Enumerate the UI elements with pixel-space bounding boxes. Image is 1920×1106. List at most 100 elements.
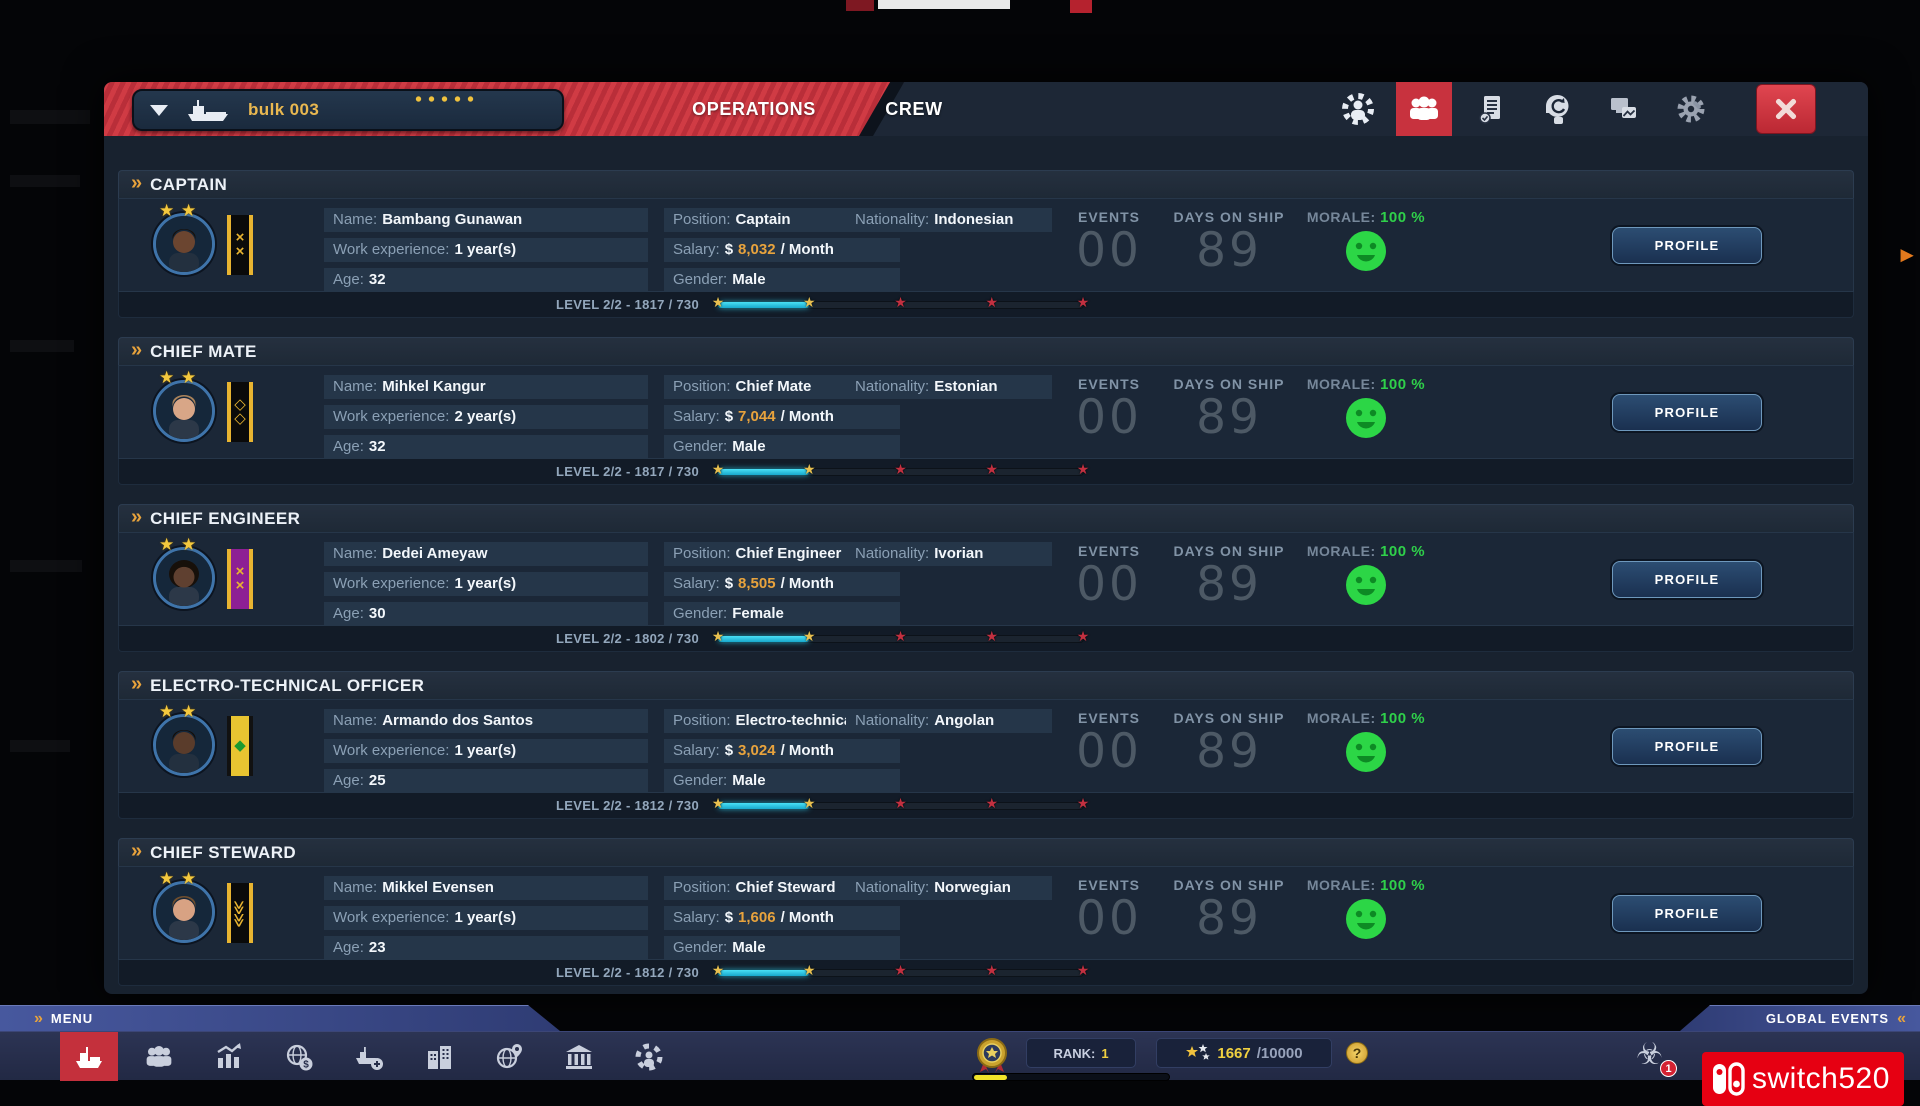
morale-smiley-icon xyxy=(1345,230,1387,272)
days-on-ship-stat: DAYS ON SHIP89 xyxy=(1149,209,1309,275)
help-coin-icon[interactable]: ? xyxy=(1346,1042,1368,1064)
crew-menu-icon[interactable] xyxy=(130,1032,188,1081)
rank-insignia-chief-steward: ≫≫ xyxy=(227,883,253,943)
level-progress-bar: ★ ★ ★ ★ ★ xyxy=(718,636,1083,642)
profile-button[interactable]: PROFILE xyxy=(1612,728,1762,765)
chevron-down-icon xyxy=(150,105,168,116)
field-age: Age:23 xyxy=(324,936,648,960)
chevrons-right-icon: » xyxy=(131,340,142,360)
level-star-icon: ★ xyxy=(985,295,998,309)
training-icon[interactable] xyxy=(1529,82,1585,136)
field-gender: Gender:Male xyxy=(664,435,900,459)
market-icon[interactable]: $ xyxy=(270,1032,328,1081)
morale-stat: MORALE: 100 % xyxy=(1291,543,1441,611)
documents-icon[interactable] xyxy=(1463,82,1519,136)
bank-icon[interactable] xyxy=(550,1032,608,1081)
menu-tab[interactable]: » MENU xyxy=(0,1005,560,1031)
xp-progress-fill xyxy=(974,1075,1007,1080)
section-header: » CHIEF ENGINEER xyxy=(118,504,1854,532)
profile-button[interactable]: PROFILE xyxy=(1612,394,1762,431)
level-star-icon: ★ xyxy=(985,462,998,476)
ship-icon xyxy=(182,97,234,123)
background-remnant-red2 xyxy=(1070,0,1092,13)
captain-profile-icon[interactable] xyxy=(1330,82,1386,136)
background-remnant xyxy=(10,740,70,752)
ship-selector-dropdown[interactable]: bulk 003 xyxy=(132,89,564,131)
statistics-icon[interactable] xyxy=(200,1032,258,1081)
background-remnant xyxy=(10,110,90,124)
tab-crew[interactable]: CREW xyxy=(844,82,984,136)
level-progress-bar: ★ ★ ★ ★ ★ xyxy=(718,803,1083,809)
svg-text:$: $ xyxy=(303,1059,309,1070)
tab-operations[interactable]: OPERATIONS xyxy=(664,82,844,136)
level-star-icon: ★ xyxy=(894,462,907,476)
rank-stars-icon: ★ xyxy=(181,702,198,722)
settings-gear-icon[interactable] xyxy=(1663,82,1719,136)
level-star-icon: ★ xyxy=(803,796,816,810)
level-star-icon: ★ xyxy=(894,629,907,643)
level-star-icon: ★ xyxy=(1077,295,1090,309)
level-star-icon: ★ xyxy=(1077,462,1090,476)
office-icon[interactable] xyxy=(410,1032,468,1081)
level-star-icon: ★ xyxy=(894,295,907,309)
section-title: CHIEF STEWARD xyxy=(150,843,296,863)
profile-button[interactable]: PROFILE xyxy=(1612,561,1762,598)
profile-button[interactable]: PROFILE xyxy=(1612,895,1762,932)
level-star-icon: ★ xyxy=(985,629,998,643)
fleet-icon[interactable] xyxy=(60,1032,118,1081)
level-label: LEVEL 2/2 - 1812 / 730 xyxy=(119,793,699,819)
scroll-right-arrow-icon[interactable]: ► xyxy=(1896,244,1918,266)
morale-smiley-icon xyxy=(1345,397,1387,439)
field-work-experience: Work experience:1 year(s) xyxy=(324,238,648,262)
field-age: Age:30 xyxy=(324,602,648,626)
level-row: LEVEL 2/2 - 1812 / 730 ★ ★ ★ ★ ★ xyxy=(118,960,1854,986)
level-row: LEVEL 2/2 - 1802 / 730 ★ ★ ★ ★ ★ xyxy=(118,626,1854,652)
rank-insignia-chief-engineer: ×× xyxy=(227,549,253,609)
switch-logo-icon xyxy=(1710,1061,1746,1097)
rank-display: RANK:1 xyxy=(1026,1038,1136,1068)
background-remnant xyxy=(10,560,82,572)
global-events-tab[interactable]: GLOBAL EVENTS « xyxy=(1680,1005,1920,1031)
field-age: Age:32 xyxy=(324,435,648,459)
profile-button[interactable]: PROFILE xyxy=(1612,227,1762,264)
rank-stars-icon: ★ xyxy=(181,869,198,889)
buy-ship-icon[interactable] xyxy=(340,1032,398,1081)
level-star-icon: ★ xyxy=(712,295,725,309)
crew-card: ★★ ×× Name:Dedei Ameyaw Work experience:… xyxy=(118,532,1854,626)
avatar xyxy=(153,881,215,943)
morale-stat: MORALE: 100 % xyxy=(1291,209,1441,277)
panel-header: OPERATIONS CREW bulk 003 xyxy=(104,82,1868,136)
level-star-icon: ★ xyxy=(803,462,816,476)
level-star-icon: ★ xyxy=(894,963,907,977)
chevrons-left-icon: « xyxy=(1897,1010,1906,1028)
level-star-icon: ★ xyxy=(803,295,816,309)
harbor-services-icon[interactable] xyxy=(620,1032,678,1081)
field-gender: Gender:Female xyxy=(664,602,900,626)
rank-stars-icon: ★ xyxy=(159,702,176,722)
background-remnant xyxy=(10,175,80,187)
rank-stars-icon: ★ xyxy=(159,535,176,555)
morale-stat: MORALE: 100 % xyxy=(1291,376,1441,444)
field-name: Name:Bambang Gunawan xyxy=(324,208,648,232)
crew-icon[interactable] xyxy=(1396,82,1452,136)
field-age: Age:32 xyxy=(324,268,648,292)
field-nationality: Nationality:Norwegian xyxy=(846,876,1052,900)
global-events-biohazard-icon[interactable]: ☣ xyxy=(1636,1038,1663,1072)
field-salary: Salary:$3,024/ Month xyxy=(664,739,900,763)
section-header: » CHIEF MATE xyxy=(118,337,1854,365)
world-map-icon[interactable] xyxy=(480,1032,538,1081)
close-button[interactable] xyxy=(1756,84,1816,134)
level-label: LEVEL 2/2 - 1802 / 730 xyxy=(119,626,699,652)
field-name: Name:Armando dos Santos xyxy=(324,709,648,733)
crew-section-chief-engineer: » CHIEF ENGINEER ★★ ×× Name:Dedei Ameyaw… xyxy=(118,504,1854,652)
level-star-icon: ★ xyxy=(712,963,725,977)
communications-icon[interactable] xyxy=(1596,82,1652,136)
bottom-bar: » MENU GLOBAL EVENTS « xyxy=(0,1005,1920,1080)
crew-card: ★★ ×× Name:Bambang Gunawan Work experien… xyxy=(118,198,1854,292)
field-work-experience: Work experience:1 year(s) xyxy=(324,572,648,596)
chevrons-right-icon: » xyxy=(34,1010,43,1028)
level-label: LEVEL 2/2 - 1812 / 730 xyxy=(119,960,699,986)
rank-medal-icon xyxy=(972,1034,1012,1074)
rank-stars-icon: ★ xyxy=(159,869,176,889)
section-header: » CAPTAIN xyxy=(118,170,1854,198)
